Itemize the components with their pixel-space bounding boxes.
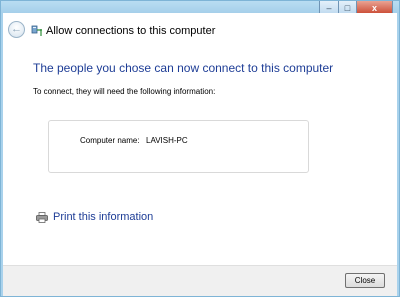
- content-area: ← Allow connections to this computer The…: [3, 13, 397, 265]
- print-information-link[interactable]: Print this information: [36, 211, 153, 223]
- printer-icon: [36, 211, 48, 223]
- computer-name-value: LAVISH-PC: [146, 136, 188, 145]
- dialog-window: – □ x ← Allow connections to this comput…: [0, 0, 400, 297]
- back-button[interactable]: ←: [8, 21, 25, 38]
- dialog-footer: Close: [3, 265, 397, 296]
- main-heading: The people you chose can now connect to …: [33, 61, 334, 75]
- network-computer-icon: [31, 25, 42, 36]
- computer-name-label: Computer name:: [80, 136, 140, 145]
- connection-info-box: Computer name: LAVISH-PC: [48, 120, 309, 173]
- instruction-text: To connect, they will need the following…: [33, 87, 216, 96]
- window-title: Allow connections to this computer: [46, 25, 216, 37]
- close-button[interactable]: Close: [345, 273, 385, 288]
- title-bar[interactable]: – □ x: [1, 1, 399, 16]
- back-arrow-icon: ←: [11, 23, 22, 35]
- print-link-label[interactable]: Print this information: [53, 211, 153, 223]
